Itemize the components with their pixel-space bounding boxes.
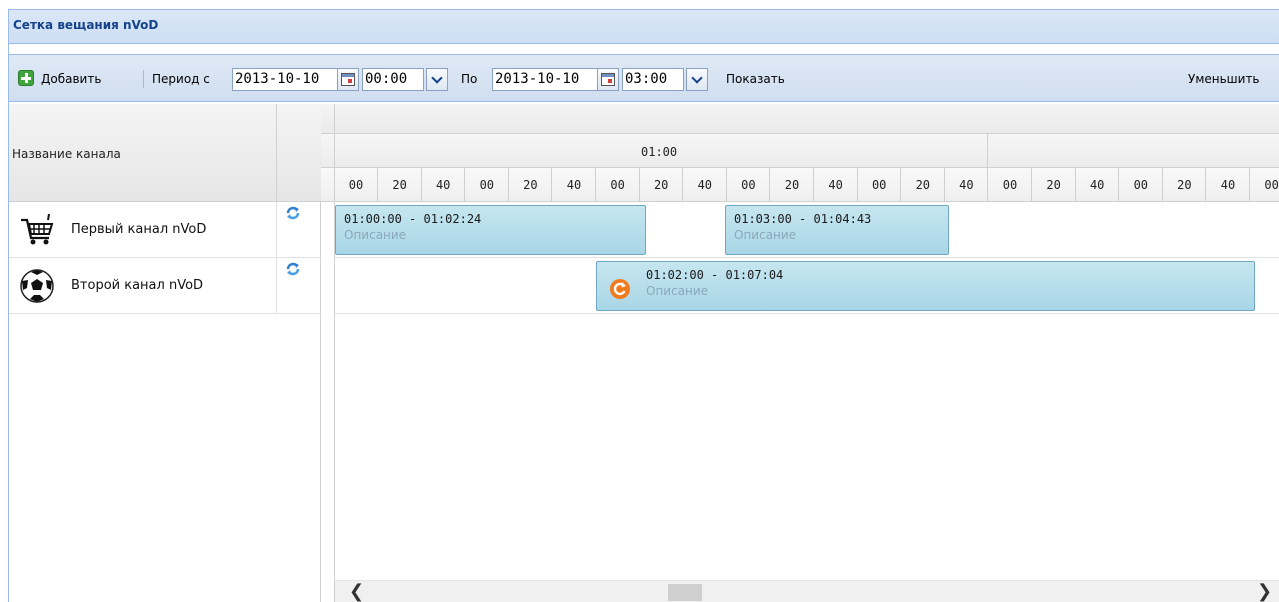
calendar-icon (341, 73, 355, 86)
channel-name-header: Название канала (12, 147, 121, 161)
refresh-icon[interactable] (285, 205, 301, 221)
minute-tick: 40 (553, 168, 596, 202)
broadcast-grid-panel: Сетка вещания nVoD Добавить Период с 201… (8, 9, 1279, 602)
soccer-ball-icon (20, 269, 54, 303)
minute-tick: 20 (771, 168, 814, 202)
minute-header: 00 20 40 00 20 40 00 20 40 00 20 40 00 20 40 00 20 40 00 20… (321, 168, 1279, 202)
chevron-down-icon (431, 72, 443, 84)
panel-header: Сетка вещания nVoD (9, 10, 1279, 44)
minute-tick: 00 (1251, 168, 1279, 202)
event-time: 01:00:00 - 01:02:24 (344, 212, 482, 226)
time-to-dropdown-button[interactable] (686, 68, 708, 91)
channel-row[interactable]: Первый канал nVoD (9, 202, 321, 258)
minute-tick: 20 (1163, 168, 1207, 202)
replay-icon (610, 279, 630, 299)
add-button[interactable]: Добавить (41, 69, 101, 89)
action-column-header (277, 104, 321, 202)
channel-name-header-cell: Название канала (9, 104, 277, 202)
minute-tick: 00 (597, 168, 640, 202)
minute-tick: 00 (1120, 168, 1163, 202)
horizontal-scrollbar[interactable]: ❮ ❯ (335, 580, 1279, 602)
channel-row[interactable]: Второй канал nVoD (9, 258, 321, 314)
date-from-picker-button[interactable] (337, 68, 359, 91)
minute-tick: 20 (1033, 168, 1076, 202)
timeline-header-top (321, 104, 1279, 134)
refresh-icon[interactable] (285, 261, 301, 277)
schedule-event[interactable]: 01:03:00 - 01:04:43 Описание (725, 205, 949, 255)
schedule-event[interactable]: 01:00:00 - 01:02:24 Описание (335, 205, 646, 255)
toolbar-separator (143, 70, 144, 88)
timeline-row: 01:00:00 - 01:02:24 Описание 01:03:00 - … (335, 202, 1279, 258)
channel-name: Первый канал nVoD (71, 222, 207, 237)
channel-list: Первый канал nVoD Второй канал nVoD (9, 202, 321, 602)
period-from-label: Период с (152, 72, 210, 86)
zoom-out-button[interactable]: Уменьшить (1188, 69, 1260, 89)
timeline: 01:00 00 20 40 00 20 40 00 20 40 00 20 40 00 20 40 00 20… (321, 104, 1279, 602)
timeline-gutter-line (321, 202, 335, 602)
minute-tick: 20 (640, 168, 684, 202)
channel-name-cell: Первый канал nVoD (9, 202, 277, 258)
hour-label: 01:00 (641, 145, 678, 159)
show-button[interactable]: Показать (726, 69, 785, 89)
minute-tick: 40 (945, 168, 989, 202)
event-description: Описание (344, 228, 407, 242)
minute-tick: 20 (509, 168, 553, 202)
calendar-icon (601, 73, 615, 86)
chevron-down-icon (691, 72, 703, 84)
to-label: По (461, 72, 478, 86)
timeline-gutter (321, 104, 335, 202)
date-to-picker-button[interactable] (597, 68, 619, 91)
date-to-field[interactable]: 2013-10-10 (492, 68, 598, 91)
minute-tick: 40 (1076, 168, 1120, 202)
date-from-field[interactable]: 2013-10-10 (232, 68, 338, 91)
shopping-cart-icon (21, 213, 54, 245)
toolbar: Добавить Период с 2013-10-10 00:00 По 20… (9, 54, 1279, 102)
hour-header: 01:00 (321, 134, 1279, 168)
minute-tick: 40 (684, 168, 727, 202)
minute-tick: 00 (989, 168, 1032, 202)
schedule-event[interactable]: 01:02:00 - 01:07:04 Описание (596, 261, 1255, 311)
minute-tick: 20 (902, 168, 945, 202)
minute-tick: 00 (858, 168, 902, 202)
minute-tick: 40 (1207, 168, 1250, 202)
minute-tick: 00 (727, 168, 771, 202)
minute-tick: 40 (422, 168, 466, 202)
panel-title: Сетка вещания nVoD (13, 18, 159, 32)
channel-column-header: Название канала (9, 104, 321, 202)
chevron-right-icon[interactable]: ❯ (1257, 583, 1275, 601)
schedule-grid: Название канала Первый канал nVoD Второй… (9, 104, 1279, 602)
minute-tick: 00 (335, 168, 378, 202)
event-time: 01:03:00 - 01:04:43 (734, 212, 872, 226)
scrollbar-thumb[interactable] (668, 584, 702, 601)
channel-name-cell: Второй канал nVoD (9, 258, 277, 314)
add-icon[interactable] (18, 70, 34, 86)
time-to-field[interactable]: 03:00 (622, 68, 684, 91)
event-description: Описание (734, 228, 797, 242)
timeline-row: 01:02:00 - 01:07:04 Описание (335, 258, 1279, 314)
minute-tick: 00 (466, 168, 509, 202)
timeline-body: 01:00:00 - 01:02:24 Описание 01:03:00 - … (321, 202, 1279, 602)
time-from-dropdown-button[interactable] (426, 68, 448, 91)
minute-tick: 40 (815, 168, 858, 202)
chevron-left-icon[interactable]: ❮ (349, 583, 367, 601)
minute-tick: 20 (379, 168, 422, 202)
event-description: Описание (646, 284, 709, 298)
time-from-field[interactable]: 00:00 (362, 68, 424, 91)
hour-divider (987, 134, 988, 168)
event-time: 01:02:00 - 01:07:04 (646, 268, 784, 282)
channel-name: Второй канал nVoD (71, 278, 204, 293)
